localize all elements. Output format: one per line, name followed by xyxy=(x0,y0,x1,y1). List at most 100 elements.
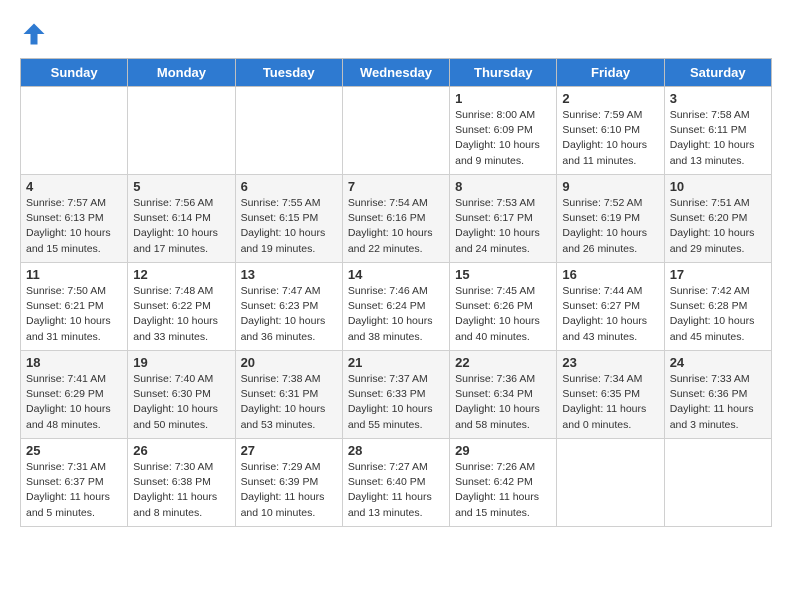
calendar-cell: 20 Sunrise: 7:38 AM Sunset: 6:31 PM Dayli… xyxy=(235,351,342,439)
day-number: 12 xyxy=(133,267,229,282)
day-number: 20 xyxy=(241,355,337,370)
calendar-cell: 24Sunrise: 7:33 AM Sunset: 6:36 PM Dayli… xyxy=(664,351,771,439)
day-info: Sunrise: 7:57 AM Sunset: 6:13 PM Dayligh… xyxy=(26,196,122,257)
day-number: 11 xyxy=(26,267,122,282)
day-info: Sunrise: 7:52 AM Sunset: 6:19 PM Dayligh… xyxy=(562,196,658,257)
day-info: Sunrise: 7:51 AM Sunset: 6:20 PM Dayligh… xyxy=(670,196,766,257)
day-info: Sunrise: 7:41 AM Sunset: 6:29 PM Dayligh… xyxy=(26,372,122,433)
day-number: 26 xyxy=(133,443,229,458)
calendar-cell xyxy=(21,87,128,175)
day-info: Sunrise: 7:37 AM Sunset: 6:33 PM Dayligh… xyxy=(348,372,444,433)
calendar-cell: 2 Sunrise: 7:59 AM Sunset: 6:10 PM Daylig… xyxy=(557,87,664,175)
calendar-cell: 8 Sunrise: 7:53 AM Sunset: 6:17 PM Daylig… xyxy=(450,175,557,263)
weekday-header: Sunday xyxy=(21,59,128,87)
calendar-cell: 29 Sunrise: 7:26 AM Sunset: 6:42 PM Dayli… xyxy=(450,439,557,527)
day-info: Sunrise: 7:38 AM Sunset: 6:31 PM Dayligh… xyxy=(241,372,337,433)
day-info: Sunrise: 7:48 AM Sunset: 6:22 PM Dayligh… xyxy=(133,284,229,345)
calendar-cell: 23 Sunrise: 7:34 AM Sunset: 6:35 PM Dayli… xyxy=(557,351,664,439)
calendar-cell: 16Sunrise: 7:44 AM Sunset: 6:27 PM Dayli… xyxy=(557,263,664,351)
day-number: 28 xyxy=(348,443,444,458)
day-info: Sunrise: 7:33 AM Sunset: 6:36 PM Dayligh… xyxy=(670,372,766,433)
day-number: 9 xyxy=(562,179,658,194)
calendar-cell: 3 Sunrise: 7:58 AM Sunset: 6:11 PM Daylig… xyxy=(664,87,771,175)
calendar-cell: 11 Sunrise: 7:50 AM Sunset: 6:21 PM Dayli… xyxy=(21,263,128,351)
calendar-cell: 15 Sunrise: 7:45 AM Sunset: 6:26 PM Dayli… xyxy=(450,263,557,351)
day-number: 1 xyxy=(455,91,551,106)
weekday-header: Thursday xyxy=(450,59,557,87)
day-number: 29 xyxy=(455,443,551,458)
calendar-cell: 1 Sunrise: 8:00 AM Sunset: 6:09 PM Daylig… xyxy=(450,87,557,175)
day-info: Sunrise: 7:54 AM Sunset: 6:16 PM Dayligh… xyxy=(348,196,444,257)
day-number: 27 xyxy=(241,443,337,458)
day-info: Sunrise: 7:47 AM Sunset: 6:23 PM Dayligh… xyxy=(241,284,337,345)
calendar-cell: 26 Sunrise: 7:30 AM Sunset: 6:38 PM Dayli… xyxy=(128,439,235,527)
day-number: 25 xyxy=(26,443,122,458)
day-info: Sunrise: 7:34 AM Sunset: 6:35 PM Dayligh… xyxy=(562,372,658,433)
weekday-header: Wednesday xyxy=(342,59,449,87)
calendar-week-row: 25Sunrise: 7:31 AM Sunset: 6:37 PM Dayli… xyxy=(21,439,772,527)
day-info: Sunrise: 7:53 AM Sunset: 6:17 PM Dayligh… xyxy=(455,196,551,257)
day-info: Sunrise: 7:59 AM Sunset: 6:10 PM Dayligh… xyxy=(562,108,658,169)
calendar-cell xyxy=(557,439,664,527)
calendar-cell: 21 Sunrise: 7:37 AM Sunset: 6:33 PM Dayli… xyxy=(342,351,449,439)
calendar-cell: 6 Sunrise: 7:55 AM Sunset: 6:15 PM Daylig… xyxy=(235,175,342,263)
weekday-header: Tuesday xyxy=(235,59,342,87)
day-number: 18 xyxy=(26,355,122,370)
day-number: 23 xyxy=(562,355,658,370)
calendar-cell: 25Sunrise: 7:31 AM Sunset: 6:37 PM Dayli… xyxy=(21,439,128,527)
day-info: Sunrise: 7:46 AM Sunset: 6:24 PM Dayligh… xyxy=(348,284,444,345)
calendar-week-row: 4 Sunrise: 7:57 AM Sunset: 6:13 PM Daylig… xyxy=(21,175,772,263)
calendar-week-row: 18 Sunrise: 7:41 AM Sunset: 6:29 PM Dayli… xyxy=(21,351,772,439)
weekday-header: Saturday xyxy=(664,59,771,87)
day-number: 10 xyxy=(670,179,766,194)
day-number: 19 xyxy=(133,355,229,370)
calendar-header-row: SundayMondayTuesdayWednesdayThursdayFrid… xyxy=(21,59,772,87)
day-info: Sunrise: 7:45 AM Sunset: 6:26 PM Dayligh… xyxy=(455,284,551,345)
calendar-cell: 17 Sunrise: 7:42 AM Sunset: 6:28 PM Dayli… xyxy=(664,263,771,351)
calendar-cell: 10 Sunrise: 7:51 AM Sunset: 6:20 PM Dayli… xyxy=(664,175,771,263)
day-info: Sunrise: 7:42 AM Sunset: 6:28 PM Dayligh… xyxy=(670,284,766,345)
calendar-cell xyxy=(235,87,342,175)
calendar-week-row: 1 Sunrise: 8:00 AM Sunset: 6:09 PM Daylig… xyxy=(21,87,772,175)
day-info: Sunrise: 7:36 AM Sunset: 6:34 PM Dayligh… xyxy=(455,372,551,433)
calendar-table: SundayMondayTuesdayWednesdayThursdayFrid… xyxy=(20,58,772,527)
day-info: Sunrise: 7:50 AM Sunset: 6:21 PM Dayligh… xyxy=(26,284,122,345)
day-number: 5 xyxy=(133,179,229,194)
calendar-cell: 7 Sunrise: 7:54 AM Sunset: 6:16 PM Daylig… xyxy=(342,175,449,263)
day-number: 6 xyxy=(241,179,337,194)
calendar-cell: 4 Sunrise: 7:57 AM Sunset: 6:13 PM Daylig… xyxy=(21,175,128,263)
page-header xyxy=(20,20,772,48)
weekday-header: Friday xyxy=(557,59,664,87)
day-info: Sunrise: 7:40 AM Sunset: 6:30 PM Dayligh… xyxy=(133,372,229,433)
calendar-cell: 13 Sunrise: 7:47 AM Sunset: 6:23 PM Dayli… xyxy=(235,263,342,351)
day-info: Sunrise: 7:26 AM Sunset: 6:42 PM Dayligh… xyxy=(455,460,551,521)
day-number: 17 xyxy=(670,267,766,282)
calendar-cell xyxy=(664,439,771,527)
weekday-header: Monday xyxy=(128,59,235,87)
day-info: Sunrise: 7:27 AM Sunset: 6:40 PM Dayligh… xyxy=(348,460,444,521)
day-number: 15 xyxy=(455,267,551,282)
day-number: 2 xyxy=(562,91,658,106)
calendar-cell: 5 Sunrise: 7:56 AM Sunset: 6:14 PM Daylig… xyxy=(128,175,235,263)
day-number: 22 xyxy=(455,355,551,370)
day-info: Sunrise: 8:00 AM Sunset: 6:09 PM Dayligh… xyxy=(455,108,551,169)
calendar-cell: 14 Sunrise: 7:46 AM Sunset: 6:24 PM Dayli… xyxy=(342,263,449,351)
calendar-cell: 9 Sunrise: 7:52 AM Sunset: 6:19 PM Daylig… xyxy=(557,175,664,263)
day-info: Sunrise: 7:55 AM Sunset: 6:15 PM Dayligh… xyxy=(241,196,337,257)
calendar-cell xyxy=(342,87,449,175)
day-number: 13 xyxy=(241,267,337,282)
day-info: Sunrise: 7:30 AM Sunset: 6:38 PM Dayligh… xyxy=(133,460,229,521)
calendar-cell: 18 Sunrise: 7:41 AM Sunset: 6:29 PM Dayli… xyxy=(21,351,128,439)
day-number: 21 xyxy=(348,355,444,370)
day-info: Sunrise: 7:44 AM Sunset: 6:27 PM Dayligh… xyxy=(562,284,658,345)
day-number: 3 xyxy=(670,91,766,106)
day-info: Sunrise: 7:58 AM Sunset: 6:11 PM Dayligh… xyxy=(670,108,766,169)
calendar-cell: 27Sunrise: 7:29 AM Sunset: 6:39 PM Dayli… xyxy=(235,439,342,527)
calendar-cell: 22 Sunrise: 7:36 AM Sunset: 6:34 PM Dayli… xyxy=(450,351,557,439)
day-number: 7 xyxy=(348,179,444,194)
calendar-cell: 28 Sunrise: 7:27 AM Sunset: 6:40 PM Dayli… xyxy=(342,439,449,527)
day-info: Sunrise: 7:56 AM Sunset: 6:14 PM Dayligh… xyxy=(133,196,229,257)
day-number: 14 xyxy=(348,267,444,282)
day-number: 8 xyxy=(455,179,551,194)
day-number: 4 xyxy=(26,179,122,194)
